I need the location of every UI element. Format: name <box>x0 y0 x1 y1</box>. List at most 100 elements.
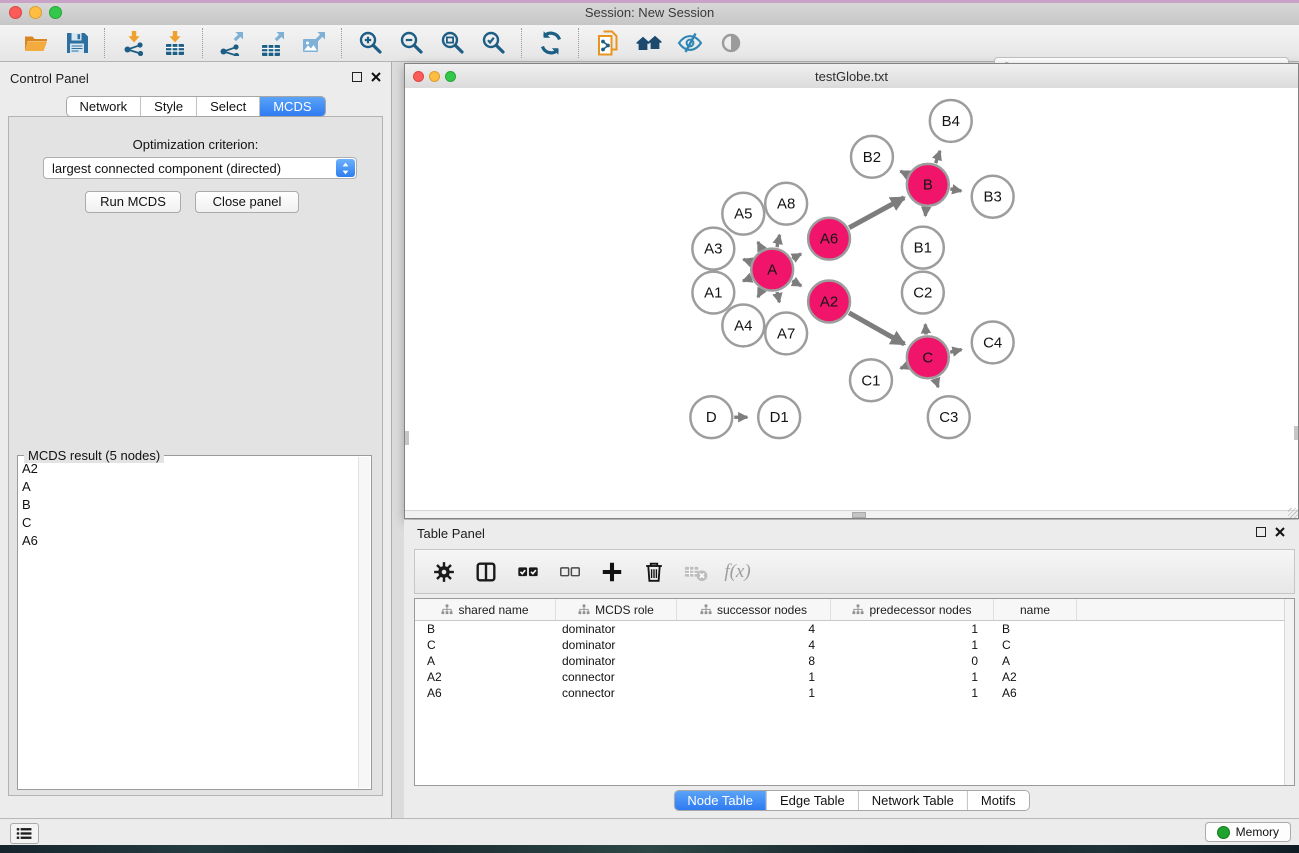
column-header-filler <box>1077 599 1294 620</box>
table-scrollbar[interactable] <box>1284 599 1294 785</box>
column-header-predecessor-nodes[interactable]: predecessor nodes <box>831 599 994 620</box>
mcds-result-item[interactable]: A <box>18 478 359 496</box>
delete-table-icon[interactable] <box>683 559 708 584</box>
hide-selected-icon[interactable] <box>676 30 703 57</box>
node-A5[interactable]: A5 <box>722 193 764 235</box>
node-C2[interactable]: C2 <box>902 272 944 314</box>
node-A[interactable]: A <box>751 249 793 291</box>
mcds-result-item[interactable]: A6 <box>18 532 359 550</box>
tab-edge-table[interactable]: Edge Table <box>766 791 858 810</box>
table-row[interactable]: Adominator80A <box>415 653 1294 669</box>
zoom-selected-icon[interactable] <box>480 30 507 57</box>
table-cell: A <box>994 653 1077 669</box>
tab-node-table[interactable]: Node Table <box>674 791 766 810</box>
svg-text:C2: C2 <box>913 285 932 302</box>
select-stepper-icon <box>336 159 355 177</box>
result-list-scrollbar[interactable] <box>358 457 370 788</box>
node-A3[interactable]: A3 <box>692 228 734 270</box>
close-table-panel-icon[interactable] <box>1275 527 1285 537</box>
delete-rows-icon[interactable] <box>641 559 666 584</box>
open-session-icon[interactable] <box>22 30 49 57</box>
resize-grip-icon[interactable] <box>1288 508 1298 518</box>
function-builder-fx[interactable]: f(x) <box>725 559 750 584</box>
float-panel-icon[interactable] <box>352 72 362 82</box>
column-header-name[interactable]: name <box>994 599 1077 620</box>
table-cell: 4 <box>677 637 831 653</box>
table-row[interactable]: A6connector11A6 <box>415 685 1294 701</box>
tab-mcds[interactable]: MCDS <box>259 97 324 116</box>
unselect-all-columns-icon[interactable] <box>557 559 582 584</box>
table-row[interactable]: Cdominator41C <box>415 637 1294 653</box>
tab-network[interactable]: Network <box>66 97 140 116</box>
svg-text:A: A <box>767 262 777 279</box>
column-header-mcds-role[interactable]: MCDS role <box>556 599 677 620</box>
node-B1[interactable]: B1 <box>902 227 944 269</box>
tab-network-table[interactable]: Network Table <box>858 791 967 810</box>
apply-layout-icon[interactable] <box>537 30 564 57</box>
network-canvas[interactable]: B4 B2 B B3 A8 A5 A6 B1 A3 A A1 C2 A2 A4 A7 C4 C C1 C3 D D1 <box>405 88 1298 511</box>
right-scroll-thumb[interactable] <box>1294 426 1298 440</box>
table-cell: C <box>994 637 1077 653</box>
show-columns-icon[interactable] <box>473 559 498 584</box>
node-C[interactable]: C <box>907 336 949 378</box>
node-A8[interactable]: A8 <box>765 183 807 225</box>
edge-A2-C <box>849 313 904 344</box>
node-D1[interactable]: D1 <box>758 396 800 438</box>
zoom-fit-icon[interactable] <box>439 30 466 57</box>
select-all-columns-icon[interactable] <box>515 559 540 584</box>
export-image-icon[interactable] <box>300 30 327 57</box>
run-mcds-button[interactable]: Run MCDS <box>85 191 181 213</box>
node-A4[interactable]: A4 <box>722 304 764 346</box>
zoom-out-icon[interactable] <box>398 30 425 57</box>
float-table-panel-icon[interactable] <box>1256 527 1266 537</box>
mcds-result-item[interactable]: B <box>18 496 359 514</box>
column-header-shared-name[interactable]: shared name <box>415 599 556 620</box>
svg-text:A5: A5 <box>734 206 752 223</box>
memory-button[interactable]: Memory <box>1205 822 1291 842</box>
zoom-in-icon[interactable] <box>357 30 384 57</box>
svg-text:A7: A7 <box>777 325 795 342</box>
mcds-result-item[interactable]: C <box>18 514 359 532</box>
horizontal-scroll-thumb[interactable] <box>852 512 866 518</box>
table-row[interactable]: A2connector11A2 <box>415 669 1294 685</box>
import-network-icon[interactable] <box>120 30 147 57</box>
node-B[interactable]: B <box>907 164 949 206</box>
criterion-select[interactable]: largest connected component (directed) <box>43 157 357 179</box>
table-body: Bdominator41BCdominator41CAdominator80AA… <box>415 621 1294 701</box>
titlebar-accent-strip <box>0 0 1299 3</box>
node-B2[interactable]: B2 <box>851 136 893 178</box>
node-A1[interactable]: A1 <box>692 272 734 314</box>
network-view-window: testGlobe.txt B4 B2 B B3 A8 A5 A6 B1 A3 A A1 C2 A2 A4… <box>404 63 1299 519</box>
node-B4[interactable]: B4 <box>930 100 972 142</box>
mcds-result-item[interactable]: A2 <box>18 460 359 478</box>
node-D[interactable]: D <box>690 396 732 438</box>
table-options-gear-icon[interactable] <box>431 559 456 584</box>
table-cell: 4 <box>677 621 831 637</box>
node-A6[interactable]: A6 <box>808 218 850 260</box>
export-table-icon[interactable] <box>259 30 286 57</box>
node-C3[interactable]: C3 <box>928 396 970 438</box>
close-panel-button[interactable]: Close panel <box>195 191 299 213</box>
tab-motifs[interactable]: Motifs <box>967 791 1029 810</box>
close-panel-icon[interactable] <box>371 72 381 82</box>
node-C1[interactable]: C1 <box>850 359 892 401</box>
new-network-from-selection-icon[interactable] <box>594 30 621 57</box>
column-header-successor-nodes[interactable]: successor nodes <box>677 599 831 620</box>
node-A2[interactable]: A2 <box>808 281 850 323</box>
table-panel-tabs: Node TableEdge TableNetwork TableMotifs <box>673 790 1029 811</box>
node-C4[interactable]: C4 <box>972 321 1014 363</box>
node-A7[interactable]: A7 <box>765 312 807 354</box>
show-panels-list-button[interactable] <box>10 823 39 844</box>
save-session-icon[interactable] <box>63 30 90 57</box>
add-row-icon[interactable] <box>599 559 624 584</box>
tab-select[interactable]: Select <box>196 97 259 116</box>
import-table-icon[interactable] <box>161 30 188 57</box>
tab-style[interactable]: Style <box>140 97 196 116</box>
table-row[interactable]: Bdominator41B <box>415 621 1294 637</box>
left-scroll-thumb[interactable] <box>405 431 409 445</box>
show-all-icon[interactable] <box>717 30 744 57</box>
first-neighbors-icon[interactable] <box>635 30 662 57</box>
network-window-titlebar[interactable]: testGlobe.txt <box>405 64 1298 89</box>
node-B3[interactable]: B3 <box>972 176 1014 218</box>
export-network-icon[interactable] <box>218 30 245 57</box>
